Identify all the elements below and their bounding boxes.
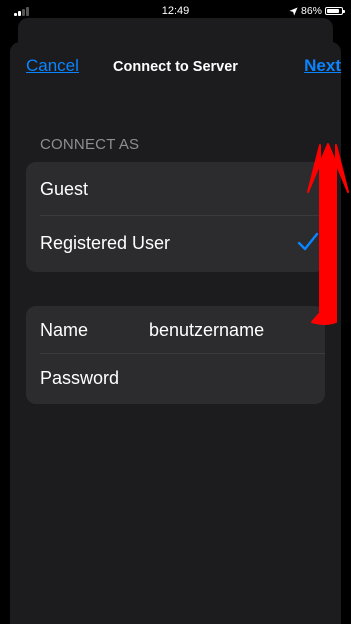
battery-fill (327, 9, 340, 13)
connect-sheet: Cancel Connect to Server Next CONNECT AS… (10, 42, 341, 624)
next-button[interactable]: Next (304, 56, 341, 76)
page-title: Connect to Server (113, 59, 238, 75)
scroll-up-arrow-annotation (307, 143, 349, 325)
nav-bar: Cancel Connect to Server Next (10, 42, 341, 94)
option-label: Registered User (40, 233, 171, 253)
name-field[interactable]: benutzername (149, 320, 264, 341)
status-right: 86% (289, 5, 345, 17)
option-guest[interactable]: Guest (26, 162, 325, 216)
password-row[interactable]: Password (26, 354, 325, 402)
option-registered-user[interactable]: Registered User (26, 216, 325, 270)
connect-as-header: CONNECT AS (40, 136, 140, 153)
option-label: Guest (40, 179, 89, 199)
battery-percentage: 86% (300, 5, 322, 17)
screen: 12:49 86% Cancel Connect to Server Next … (0, 0, 351, 624)
location-arrow-icon (289, 6, 298, 16)
credentials-group: Name benutzername Password (26, 306, 325, 404)
connect-as-group: Guest Registered User (26, 162, 325, 272)
name-label: Name (40, 320, 89, 340)
password-label: Password (40, 368, 120, 388)
battery-icon (325, 7, 345, 15)
name-row[interactable]: Name benutzername (26, 306, 325, 354)
